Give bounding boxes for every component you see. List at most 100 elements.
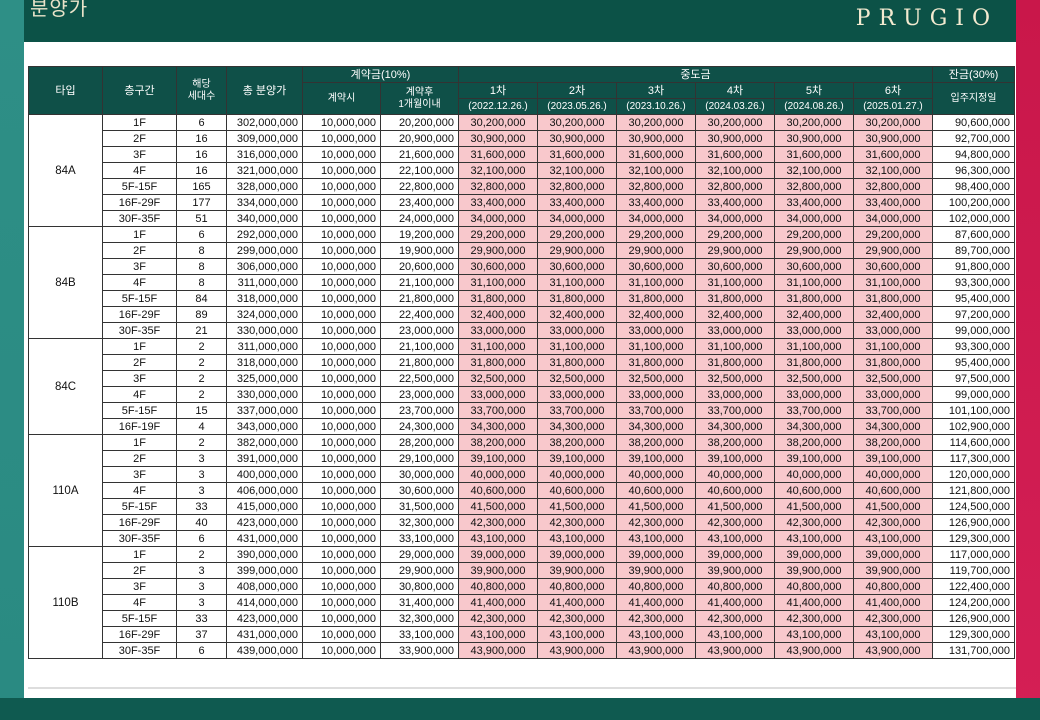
table-row: 16F-29F 37 431,000,000 10,000,000 33,100,000… [29, 626, 1015, 643]
cell-installment-5: 38,200,000 [774, 434, 854, 451]
cell-balance: 99,000,000 [932, 386, 1015, 403]
cell-installment-2: 30,200,000 [537, 114, 617, 131]
cell-installment-3: 30,200,000 [616, 114, 696, 131]
cell-installment-6: 29,900,000 [853, 242, 933, 259]
cell-units: 8 [176, 242, 227, 259]
price-table-container: 타입 층구간 해당 세대수 총 분양가 계약금(10%) 중도금 잔금(30%) 계약시 계약후 1… [28, 66, 1015, 659]
cell-units: 6 [176, 114, 227, 131]
cell-installment-1: 30,200,000 [458, 114, 538, 131]
table-row: 16F-19F 4 343,000,000 10,000,000 24,300,000 3… [29, 418, 1015, 435]
cell-installment-4: 38,200,000 [695, 434, 775, 451]
cell-installment-3: 42,300,000 [616, 610, 696, 627]
cell-total: 292,000,000 [226, 226, 303, 243]
cell-total: 408,000,000 [226, 578, 303, 595]
cell-deposit-after: 23,700,000 [380, 402, 459, 419]
cell-installment-3: 29,900,000 [616, 242, 696, 259]
cell-installment-3: 30,900,000 [616, 130, 696, 147]
cell-installment-1: 40,800,000 [458, 578, 538, 595]
cell-balance: 93,300,000 [932, 338, 1015, 355]
cell-installment-6: 31,600,000 [853, 146, 933, 163]
table-row: 84C 1F 2 311,000,000 10,000,000 21,100,000 31,… [28, 338, 1015, 435]
cell-installment-6: 32,800,000 [853, 178, 933, 195]
cell-deposit-after: 20,900,000 [380, 130, 459, 147]
cell-installment-4: 39,000,000 [695, 546, 775, 563]
cell-installment-2: 40,000,000 [537, 466, 617, 483]
cell-total: 311,000,000 [226, 338, 303, 355]
cell-installment-6: 34,000,000 [853, 210, 933, 227]
cell-installment-2: 31,600,000 [537, 146, 617, 163]
cell-installment-5: 30,200,000 [774, 114, 854, 131]
cell-installment-6: 40,000,000 [853, 466, 933, 483]
table-row: 2F 3 399,000,000 10,000,000 29,900,000 39,900… [29, 562, 1015, 579]
header-installment-date-5: (2024.08.26.) [774, 98, 854, 115]
cell-total: 328,000,000 [226, 178, 303, 195]
cell-installment-2: 33,000,000 [537, 386, 617, 403]
cell-units: 177 [176, 194, 227, 211]
cell-total: 316,000,000 [226, 146, 303, 163]
cell-installment-2: 40,800,000 [537, 578, 617, 595]
cell-total: 321,000,000 [226, 162, 303, 179]
cell-units: 3 [176, 482, 227, 499]
cell-installment-2: 30,900,000 [537, 130, 617, 147]
cell-deposit-signing: 10,000,000 [302, 354, 381, 371]
cell-installment-3: 30,600,000 [616, 258, 696, 275]
header-balance: 잔금(30%) [932, 66, 1015, 83]
cell-installment-1: 40,600,000 [458, 482, 538, 499]
cell-type: 110A [28, 434, 103, 547]
cell-units: 165 [176, 178, 227, 195]
cell-floor: 16F-29F [102, 306, 177, 323]
cell-deposit-after: 30,000,000 [380, 466, 459, 483]
cell-floor: 4F [102, 274, 177, 291]
cell-installment-4: 34,300,000 [695, 418, 775, 435]
cell-installment-1: 31,800,000 [458, 354, 538, 371]
header-installment-2: 2차 [537, 82, 617, 99]
cell-installment-2: 42,300,000 [537, 610, 617, 627]
cell-total: 324,000,000 [226, 306, 303, 323]
cell-deposit-signing: 10,000,000 [302, 258, 381, 275]
cell-floor: 2F [102, 450, 177, 467]
cell-floor: 1F [102, 338, 177, 355]
brand-logo: PRUGIO [855, 8, 998, 31]
cell-installment-3: 38,200,000 [616, 434, 696, 451]
cell-installment-2: 41,500,000 [537, 498, 617, 515]
cell-deposit-signing: 10,000,000 [302, 178, 381, 195]
cell-installment-3: 34,300,000 [616, 418, 696, 435]
cell-installment-6: 29,200,000 [853, 226, 933, 243]
cell-floor: 3F [102, 370, 177, 387]
cell-installment-4: 31,100,000 [695, 338, 775, 355]
cell-floor: 3F [102, 578, 177, 595]
cell-total: 334,000,000 [226, 194, 303, 211]
cell-installment-1: 29,900,000 [458, 242, 538, 259]
cell-installment-1: 38,200,000 [458, 434, 538, 451]
cell-installment-4: 33,700,000 [695, 402, 775, 419]
cell-deposit-after: 31,500,000 [380, 498, 459, 515]
header-balance-date: 입주지정일 [932, 82, 1015, 115]
table-row: 4F 8 311,000,000 10,000,000 21,100,000 31,100… [29, 274, 1015, 291]
cell-floor: 2F [102, 562, 177, 579]
cell-installment-5: 29,900,000 [774, 242, 854, 259]
cell-installment-4: 31,800,000 [695, 290, 775, 307]
cell-installment-6: 39,000,000 [853, 546, 933, 563]
cell-installment-5: 39,000,000 [774, 546, 854, 563]
cell-installment-6: 40,800,000 [853, 578, 933, 595]
table-row: 5F-15F 84 318,000,000 10,000,000 21,800,000 3… [29, 290, 1015, 307]
cell-installment-4: 31,800,000 [695, 354, 775, 371]
cell-floor: 3F [102, 258, 177, 275]
cell-installment-2: 43,100,000 [537, 530, 617, 547]
cell-total: 423,000,000 [226, 514, 303, 531]
header-middle-payment: 중도금 [458, 66, 933, 83]
cell-installment-5: 40,000,000 [774, 466, 854, 483]
cell-installment-3: 43,100,000 [616, 530, 696, 547]
cell-deposit-signing: 10,000,000 [302, 466, 381, 483]
cell-installment-5: 30,900,000 [774, 130, 854, 147]
cell-deposit-signing: 10,000,000 [302, 194, 381, 211]
cell-installment-5: 41,500,000 [774, 498, 854, 515]
cell-installment-1: 30,600,000 [458, 258, 538, 275]
cell-balance: 119,700,000 [932, 562, 1015, 579]
cell-installment-1: 32,400,000 [458, 306, 538, 323]
cell-deposit-after: 20,200,000 [380, 114, 459, 131]
cell-installment-4: 29,900,000 [695, 242, 775, 259]
cell-installment-2: 42,300,000 [537, 514, 617, 531]
cell-installment-1: 29,200,000 [458, 226, 538, 243]
frame-bottom [0, 698, 1040, 720]
